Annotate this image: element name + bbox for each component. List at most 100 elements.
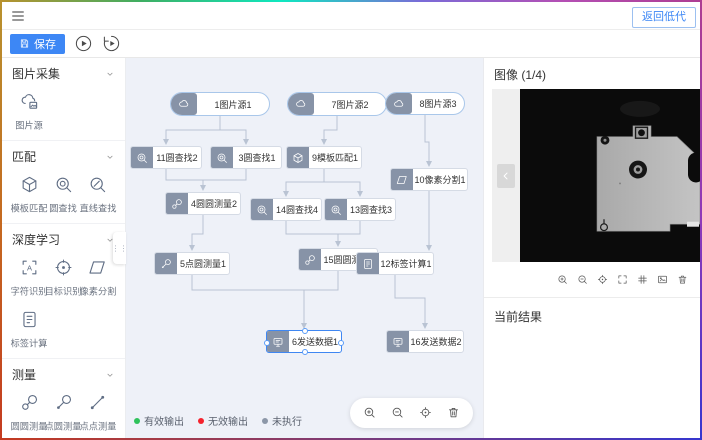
image-fullscreen-button[interactable] — [617, 271, 628, 289]
connection-handle[interactable] — [338, 340, 344, 346]
segment-icon — [88, 258, 107, 277]
node-type-icon — [357, 253, 379, 274]
node-label: 4圆圆测量2 — [188, 193, 240, 214]
run-once-button[interactable] — [102, 34, 121, 53]
run-icon — [74, 34, 93, 53]
sidebar-item[interactable]: 目标识别 — [46, 258, 80, 298]
menu-icon[interactable] — [10, 8, 26, 24]
image-grid-button[interactable] — [637, 271, 648, 289]
doc-calc-icon — [20, 310, 39, 329]
graph-node[interactable]: 8图片源3 — [385, 92, 465, 115]
sidebar-section-header[interactable]: 匹配 — [12, 148, 115, 165]
previous-image-button[interactable] — [497, 164, 515, 188]
zoom-in-button[interactable] — [363, 404, 376, 422]
sidebar-item-label: 目标识别 — [45, 284, 82, 298]
sidebar-item-label: 像素分割 — [79, 284, 116, 298]
node-label: 5点圆测量1 — [177, 253, 229, 274]
graph-node[interactable]: 7图片源2 — [287, 92, 387, 116]
measure-pp-icon — [88, 393, 107, 412]
graph-node[interactable]: 13圆查找3 — [324, 198, 396, 221]
node-label: 12标签计算1 — [379, 253, 433, 274]
image-zoom-out-button[interactable] — [577, 271, 588, 289]
sidebar-item-label: 点圆测量 — [45, 419, 82, 433]
image-locate-button[interactable] — [597, 271, 608, 289]
graph-node[interactable]: 11圆查找2 — [130, 146, 202, 169]
trash-icon — [447, 406, 460, 419]
sidebar-item[interactable]: 点点测量 — [81, 393, 115, 433]
measure-pc-icon — [54, 393, 73, 412]
sidebar-item[interactable]: 圆圆测量 — [12, 393, 46, 433]
zoom-in-icon — [557, 274, 568, 285]
node-label: 6发送数据1 — [289, 331, 341, 352]
measure-cc-icon — [20, 393, 39, 412]
tool-sidebar: 图片采集图片源匹配模板匹配圆查找直线查找深度学习 A字符识别目标识别像素分割标签计… — [2, 58, 126, 438]
graph-node[interactable]: 6发送数据1 — [266, 330, 342, 353]
sidebar-section-header[interactable]: 图片采集 — [12, 65, 115, 82]
node-type-icon — [155, 253, 177, 274]
sidebar-section-2: 深度学习 A字符识别目标识别像素分割标签计算 — [2, 224, 125, 359]
sidebar-item[interactable]: 像素分割 — [81, 258, 115, 298]
inspection-photo[interactable] — [520, 89, 700, 262]
image-fit-image-button[interactable] — [657, 271, 668, 289]
locate-icon — [597, 274, 608, 285]
flow-canvas[interactable]: ⋮⋮ 有效输出无效输出未执行 1图片源17图片源28图片源311圆查找23圆查找… — [126, 58, 483, 438]
sidebar-item[interactable]: A字符识别 — [12, 258, 46, 298]
chevron-down-icon — [105, 69, 115, 79]
legend-label: 无效输出 — [208, 413, 248, 428]
image-zoom-in-button[interactable] — [557, 271, 568, 289]
node-label: 9模板匹配1 — [309, 147, 361, 168]
cube-icon — [20, 175, 39, 194]
node-type-icon — [131, 147, 153, 168]
sidebar-item[interactable]: 直线查找 — [81, 175, 115, 215]
measure-cc-icon — [171, 198, 183, 210]
graph-node[interactable]: 4圆圆测量2 — [165, 192, 241, 215]
sidebar-section-label: 匹配 — [12, 148, 36, 165]
legend-dot — [134, 418, 140, 424]
connection-handle[interactable] — [302, 349, 308, 355]
sidebar-section-header[interactable]: 深度学习 — [12, 231, 115, 248]
sidebar-item-label: 直线查找 — [79, 201, 116, 215]
sidebar-item[interactable]: 圆查找 — [46, 175, 80, 215]
back-to-lowcode-button[interactable]: 返回低代 — [632, 7, 696, 28]
node-label: 8图片源3 — [412, 93, 464, 114]
connection-handle[interactable] — [302, 328, 308, 334]
locate-icon — [419, 406, 432, 419]
graph-node[interactable]: 3圆查找1 — [210, 146, 282, 169]
image-trash-button[interactable] — [677, 271, 688, 289]
chevron-down-icon — [105, 370, 115, 380]
save-button[interactable]: 保存 — [10, 34, 65, 54]
run-button[interactable] — [74, 34, 93, 53]
sidebar-item[interactable]: 图片源 — [12, 92, 46, 132]
chevron-left-icon — [501, 171, 511, 181]
connection-handle[interactable] — [264, 340, 270, 346]
trash-button[interactable] — [447, 404, 460, 422]
sidebar-section-header[interactable]: 测量 — [12, 366, 115, 383]
zoom-out-button[interactable] — [391, 404, 404, 422]
graph-node[interactable]: 9模板匹配1 — [286, 146, 362, 169]
send-data-icon — [272, 336, 284, 348]
fit-image-icon — [657, 274, 668, 285]
image-panel-title: 图像 (1/4) — [484, 58, 700, 89]
sidebar-item[interactable]: 点圆测量 — [46, 393, 80, 433]
image-toolbar — [484, 262, 700, 298]
graph-node[interactable]: 12标签计算1 — [356, 252, 434, 275]
locate-button[interactable] — [419, 404, 432, 422]
measure-pc-icon — [160, 258, 172, 270]
graph-node[interactable]: 16发送数据2 — [386, 330, 464, 353]
sidebar-item[interactable]: 标签计算 — [12, 310, 46, 350]
graph-node[interactable]: 5点圆测量1 — [154, 252, 230, 275]
graph-node[interactable]: 10像素分割1 — [390, 168, 468, 191]
fullscreen-icon — [617, 274, 628, 285]
graph-node[interactable]: 1图片源1 — [170, 92, 270, 116]
sidebar-collapse-handle[interactable]: ⋮⋮ — [113, 232, 126, 264]
zoom-out-icon — [577, 274, 588, 285]
node-type-icon — [387, 331, 409, 352]
canvas-controls — [350, 398, 473, 428]
legend-label: 有效输出 — [144, 413, 184, 428]
graph-node[interactable]: 14圆查找4 — [250, 198, 322, 221]
node-type-icon — [299, 249, 321, 270]
send-data-icon — [392, 336, 404, 348]
sidebar-item[interactable]: 模板匹配 — [12, 175, 46, 215]
image-nav-strip — [492, 89, 520, 262]
ocr-icon: A — [20, 258, 39, 277]
